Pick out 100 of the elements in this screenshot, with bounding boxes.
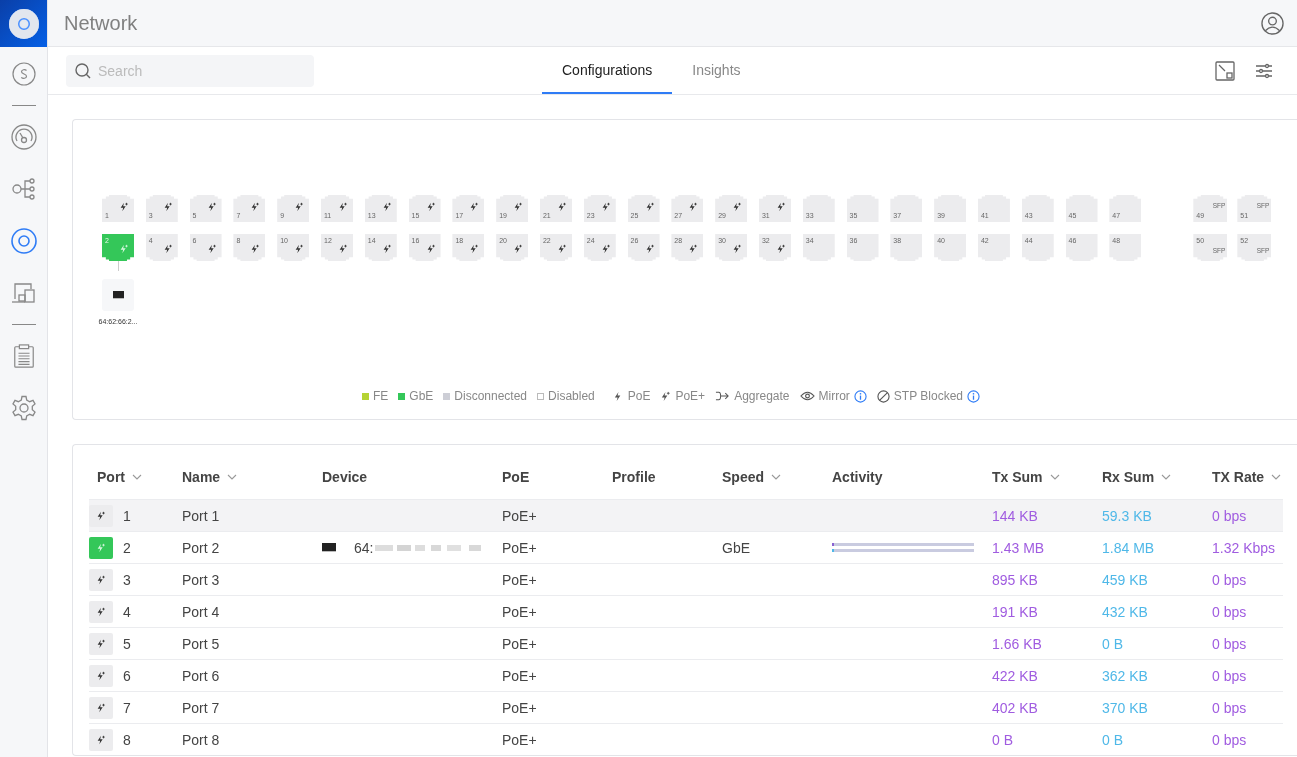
poe-plus-icon: [469, 244, 480, 254]
device-address: 64:: [354, 539, 374, 556]
sliders-icon[interactable]: [1255, 62, 1273, 79]
poe-plus-icon: [119, 244, 129, 254]
port-number: 5: [123, 635, 131, 652]
poe-plus-icon: [381, 244, 392, 254]
tx-sum: 1.43 MB: [992, 539, 1045, 556]
table-row[interactable]: 8 Port 8 PoE+ 0 B 0 B 0 bps: [89, 723, 1283, 755]
target-icon[interactable]: [8, 228, 39, 254]
port-name: Port 7: [182, 699, 220, 716]
poe-plus-icon: [600, 202, 611, 212]
poe-plus-icon: [96, 702, 106, 713]
tx-sum: 191 KB: [992, 603, 1038, 620]
poe-plus-icon: [688, 244, 699, 254]
poe-plus-icon: [775, 202, 786, 212]
dashboard-icon[interactable]: [8, 124, 39, 150]
table-row[interactable]: 1 Port 1 PoE+ 144 KB 59.3 KB 0 bps: [89, 499, 1283, 531]
column-header[interactable]: Speed: [722, 469, 781, 485]
tx-sum: 402 KB: [992, 699, 1038, 716]
column-header: Profile: [612, 469, 656, 485]
port-number: 3: [123, 571, 131, 588]
poe-plus-icon: [162, 244, 173, 254]
info-icon[interactable]: [853, 389, 867, 403]
table-row[interactable]: 6 Port 6 PoE+ 422 KB 362 KB 0 bps: [89, 659, 1283, 691]
port-number: 4: [123, 603, 131, 620]
poe-plus-icon: [556, 202, 567, 212]
tab[interactable]: Insights: [672, 47, 761, 94]
port-name: Port 3: [182, 571, 220, 588]
poe-mode: PoE+: [502, 667, 537, 684]
info-icon[interactable]: [967, 389, 980, 403]
poe-plus-icon: [732, 244, 743, 254]
tx-sum: 895 KB: [992, 571, 1038, 588]
tx-rate: 0 bps: [1212, 635, 1247, 652]
column-header[interactable]: TX Rate: [1212, 469, 1282, 485]
link-line: [117, 261, 119, 271]
caret-icon: [227, 474, 238, 480]
tab[interactable]: Configurations: [542, 47, 673, 94]
legend-label: FE: [372, 389, 389, 403]
table-row[interactable]: 3 Port 3 PoE+ 895 KB 459 KB 0 bps: [89, 563, 1283, 595]
legend-label: PoE+: [675, 389, 706, 403]
search-field[interactable]: Search: [66, 54, 314, 87]
table-row[interactable]: 7 Port 7 PoE+ 402 KB 370 KB 0 bps: [89, 691, 1283, 723]
tx-rate: 0 bps: [1212, 731, 1247, 748]
legend-label: STP Blocked: [893, 389, 963, 403]
poe-plus-icon: [660, 390, 672, 402]
poe-plus-icon: [338, 202, 348, 212]
tx-rate: 0 bps: [1212, 699, 1247, 716]
poe-plus-icon: [96, 606, 106, 617]
port-name: Port 2: [182, 539, 220, 556]
link-speed: GbE: [722, 539, 750, 556]
poe-plus-icon: [96, 510, 106, 521]
legend-label: Disconnected: [454, 389, 528, 403]
legend-label: PoE: [627, 389, 651, 403]
device-icon: [322, 543, 336, 552]
poe-plus-icon: [469, 202, 480, 212]
caret-icon: [1049, 474, 1060, 480]
legend-label: GbE: [409, 389, 434, 403]
table-row[interactable]: 4 Port 4 PoE+ 191 KB 432 KB 0 bps: [89, 595, 1283, 627]
user-icon[interactable]: [1261, 11, 1284, 35]
device-tile[interactable]: [102, 279, 134, 311]
table-row[interactable]: 2 Port 2 64: PoE+ GbE 1.43 MB 1.84 MB 1.32 Kbps: [89, 531, 1283, 563]
poe-plus-icon: [96, 638, 106, 649]
poe-plus-icon: [250, 202, 261, 212]
caret-icon: [1271, 474, 1282, 480]
tx-sum: 1.66 KB: [992, 635, 1042, 652]
table-row[interactable]: 5 Port 5 PoE+ 1.66 KB 0 B 0 bps: [89, 627, 1283, 659]
legend-label: Mirror: [818, 389, 850, 403]
port-name: Port 5: [182, 635, 220, 652]
tx-sum: 0 B: [992, 731, 1013, 748]
rx-sum: 0 B: [1102, 635, 1123, 652]
app-logo[interactable]: [0, 0, 47, 47]
blocked-icon: [876, 389, 890, 403]
column-header[interactable]: Port: [97, 469, 142, 485]
poe-plus-icon: [96, 574, 106, 585]
poe-plus-icon: [162, 202, 173, 212]
expand-icon[interactable]: [1215, 60, 1235, 81]
legend-swatch: [537, 392, 545, 400]
poe-mode: PoE+: [502, 539, 537, 556]
port-name: Port 4: [182, 603, 220, 620]
poe-plus-icon: [96, 734, 106, 745]
poe-plus-icon: [513, 202, 524, 212]
poe-plus-icon: [294, 244, 305, 254]
port-number: 2: [123, 539, 131, 556]
port-number: 1: [123, 507, 131, 524]
rx-sum: 432 KB: [1102, 603, 1148, 620]
poe-plus-icon: [96, 670, 106, 681]
poe-plus-icon: [556, 244, 567, 254]
column-header[interactable]: Tx Sum: [992, 469, 1060, 485]
column-header[interactable]: Name: [182, 469, 238, 485]
poe-plus-icon: [206, 244, 217, 254]
column-header[interactable]: Rx Sum: [1102, 469, 1172, 485]
poe-plus-icon: [119, 202, 129, 212]
aggregate-icon: [715, 390, 731, 402]
column-header: Device: [322, 469, 368, 485]
poe-mode: PoE+: [502, 699, 537, 716]
port-number: 8: [123, 731, 131, 748]
port-name: Port 1: [182, 507, 220, 524]
poe-plus-icon: [294, 202, 305, 212]
caret-icon: [132, 474, 142, 480]
poe-plus-icon: [513, 244, 524, 254]
